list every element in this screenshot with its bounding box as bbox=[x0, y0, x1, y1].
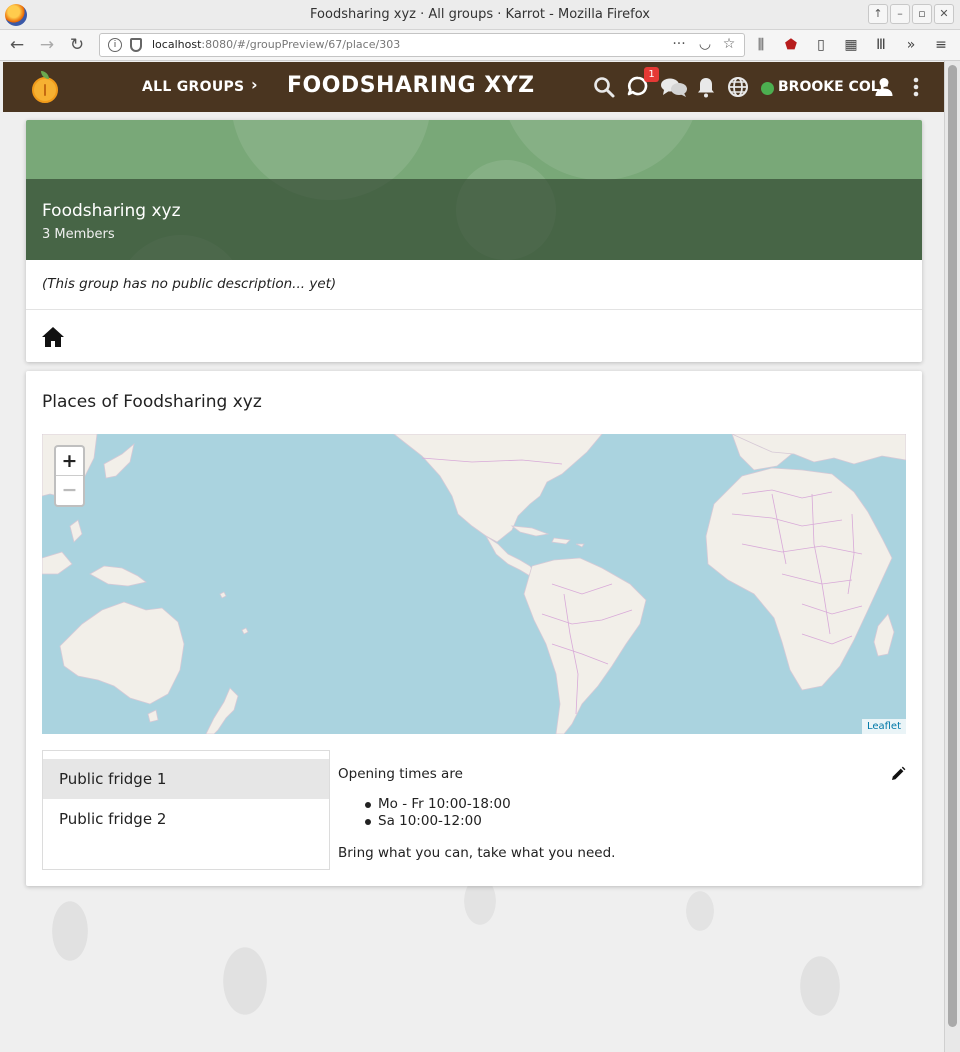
group-name: Foodsharing xyz bbox=[42, 201, 181, 221]
zoom-in-button[interactable]: + bbox=[56, 447, 83, 476]
toolbar-group-title: FOODSHARING XYZ bbox=[287, 73, 535, 98]
overflow-chevrons-icon[interactable]: » bbox=[902, 36, 920, 54]
window-title: Foodsharing xyz · All groups · Karrot - … bbox=[310, 7, 650, 22]
opening-times-list: Mo - Fr 10:00-18:00 Sa 10:00-12:00 bbox=[362, 796, 511, 830]
places-title: Places of Foodsharing xyz bbox=[42, 392, 262, 412]
notification-badge: 1 bbox=[644, 67, 659, 82]
browser-navbar: ← → ↻ i localhost:8080/#/groupPreview/67… bbox=[0, 30, 960, 61]
place-list: Public fridge 1 Public fridge 2 bbox=[42, 750, 330, 870]
group-member-count: 3 Members bbox=[42, 227, 115, 242]
back-arrow-icon[interactable]: ← bbox=[6, 34, 28, 56]
window-maximize-button[interactable]: ▫ bbox=[912, 4, 932, 24]
sidebar-icon[interactable]: ▯ bbox=[812, 36, 830, 54]
pencil-edit-icon[interactable] bbox=[890, 766, 906, 782]
window-up-icon[interactable]: ↑ bbox=[868, 4, 888, 24]
window-minimize-button[interactable]: – bbox=[890, 4, 910, 24]
opening-times-label: Opening times are bbox=[338, 766, 463, 782]
forward-arrow-icon[interactable]: → bbox=[36, 34, 58, 56]
app-toolbar: ALL GROUPS › FOODSHARING XYZ 1 BROOKE CO… bbox=[3, 62, 944, 112]
page-actions-icon[interactable]: ··· bbox=[669, 36, 689, 52]
more-vertical-icon[interactable] bbox=[904, 75, 928, 99]
divider bbox=[26, 309, 922, 310]
conversations-icon[interactable] bbox=[660, 75, 688, 99]
ublock-icon[interactable]: ⬟ bbox=[782, 36, 800, 54]
zoom-out-button[interactable]: − bbox=[56, 476, 83, 505]
hamburger-menu-icon[interactable]: ≡ bbox=[932, 36, 950, 54]
bookmark-star-icon[interactable]: ☆ bbox=[719, 36, 739, 52]
toolbox-icon[interactable]: Ⅲ bbox=[872, 36, 890, 54]
reload-icon[interactable]: ↻ bbox=[66, 34, 88, 56]
search-icon[interactable] bbox=[592, 75, 616, 99]
map-zoom-control: + − bbox=[54, 445, 85, 507]
place-detail: Opening times are Mo - Fr 10:00-18:00 Sa… bbox=[338, 750, 906, 870]
leaflet-attribution-link[interactable]: Leaflet bbox=[861, 719, 906, 734]
globe-icon[interactable] bbox=[726, 75, 750, 99]
group-header-banner bbox=[26, 120, 922, 260]
place-description: Bring what you can, take what you need. bbox=[338, 845, 616, 861]
window-close-button[interactable]: ✕ bbox=[934, 4, 954, 24]
karrot-logo-icon[interactable] bbox=[32, 71, 58, 103]
online-status-dot bbox=[761, 82, 774, 95]
pocket-icon[interactable]: ◡ bbox=[695, 36, 715, 52]
map-tiles[interactable] bbox=[42, 434, 906, 734]
list-item: Sa 10:00-12:00 bbox=[362, 813, 511, 830]
places-map[interactable]: + − Leaflet bbox=[42, 434, 906, 734]
home-icon[interactable] bbox=[41, 326, 65, 348]
all-groups-link[interactable]: ALL GROUPS bbox=[142, 79, 244, 95]
bell-icon[interactable] bbox=[694, 75, 718, 99]
tracking-shield-icon[interactable] bbox=[130, 38, 142, 52]
list-item: Mo - Fr 10:00-18:00 bbox=[362, 796, 511, 813]
place-item-public-fridge-1[interactable]: Public fridge 1 bbox=[43, 759, 329, 799]
page-viewport: ALL GROUPS › FOODSHARING XYZ 1 BROOKE CO… bbox=[0, 61, 944, 1052]
group-info-card: Foodsharing xyz 3 Members (This group ha… bbox=[26, 120, 922, 362]
extensions-grid-icon[interactable]: ▦ bbox=[842, 36, 860, 54]
user-icon[interactable] bbox=[872, 75, 896, 99]
place-item-public-fridge-2[interactable]: Public fridge 2 bbox=[43, 799, 329, 839]
library-icon[interactable]: ⫼ bbox=[752, 36, 770, 54]
window-controls: ↑ – ▫ ✕ bbox=[868, 4, 954, 24]
url-bar[interactable]: i localhost:8080/#/groupPreview/67/place… bbox=[99, 33, 745, 57]
places-card: Places of Foodsharing xyz + − Leaflet Pu… bbox=[26, 371, 922, 886]
url-text[interactable]: localhost:8080/#/groupPreview/67/place/3… bbox=[152, 38, 400, 51]
site-info-icon[interactable]: i bbox=[108, 38, 122, 52]
group-description: (This group has no public description...… bbox=[42, 276, 337, 292]
scrollbar-thumb[interactable] bbox=[948, 65, 957, 1027]
page-scrollbar[interactable] bbox=[944, 61, 960, 1052]
window-titlebar: Foodsharing xyz · All groups · Karrot - … bbox=[0, 0, 960, 30]
chevron-right-icon: › bbox=[251, 75, 258, 94]
